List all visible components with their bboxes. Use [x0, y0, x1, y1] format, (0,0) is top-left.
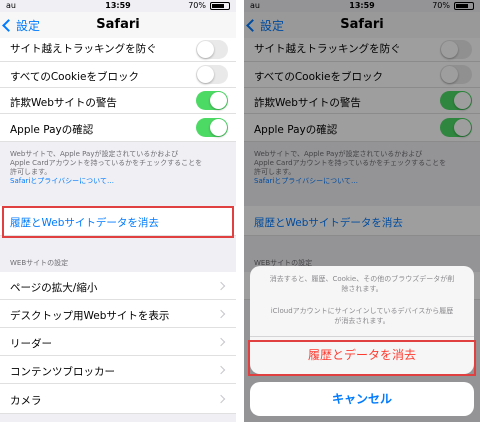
settings-row-label: カメラ — [10, 395, 42, 407]
section-header: WEBサイトの設定 — [10, 259, 69, 267]
left-screen: au 13:59 70% 設定 Safari サイト越えトラッキングを防ぐ すべ… — [0, 0, 236, 422]
cross-site-tracking-row: サイト越えトラッキングを防ぐ — [0, 38, 236, 62]
settings-row-label: コンテンツブロッカー — [10, 366, 115, 378]
footer-line-3: 許可します。 — [10, 168, 52, 176]
cancel-button[interactable]: キャンセル — [250, 382, 474, 416]
battery-percent: 70% — [188, 1, 206, 10]
highlight-box — [248, 340, 476, 376]
toggle-knob — [210, 92, 227, 109]
toggle-knob — [197, 41, 214, 58]
block-cookies-label: すべてのCookieをブロック — [10, 71, 139, 83]
sheet-message-2-line-1: iCloudアカウントにサインインしているデバイスから履歴 — [270, 307, 454, 315]
settings-row-zoom[interactable]: ページの拡大/縮小 — [0, 272, 236, 300]
sheet-message-1-line-2: 除されます。 — [341, 285, 383, 293]
toggle-knob — [197, 66, 214, 83]
block-cookies-toggle[interactable] — [196, 65, 228, 84]
footer-line-2: Apple Cardアカウントを持っているかをチェックすることを — [10, 159, 203, 167]
settings-row-label: デスクトップ用Webサイトを表示 — [10, 310, 170, 322]
footer-line-1: Webサイトで、Apple Payが設定されているかおよび — [10, 150, 179, 158]
settings-row-label: リーダー — [10, 338, 52, 350]
highlight-box — [2, 206, 234, 238]
apple-pay-footer: Webサイトで、Apple Payが設定されているかおよび Apple Card… — [10, 150, 226, 186]
settings-row-desktop[interactable]: デスクトップ用Webサイトを表示 — [0, 300, 236, 328]
block-cookies-row: すべてのCookieをブロック — [0, 62, 236, 88]
sheet-message-2-line-2: が消去されます。 — [334, 317, 390, 325]
apple-pay-label: Apple Payの確認 — [10, 124, 94, 136]
apple-pay-toggle[interactable] — [196, 118, 228, 137]
fraud-warning-label: 詐欺Webサイトの警告 — [10, 97, 117, 109]
fraud-warning-toggle[interactable] — [196, 91, 228, 110]
chevron-right-icon — [216, 281, 226, 291]
chevron-right-icon — [216, 394, 226, 404]
chevron-right-icon — [216, 337, 226, 347]
sheet-divider — [250, 336, 474, 337]
fraud-warning-row: 詐欺Webサイトの警告 — [0, 88, 236, 114]
chevron-right-icon — [216, 309, 226, 319]
nav-bar: 設定 Safari — [0, 12, 236, 38]
apple-pay-row: Apple Payの確認 — [0, 114, 236, 142]
cross-site-tracking-toggle[interactable] — [196, 40, 228, 59]
cross-site-tracking-label: サイト越えトラッキングを防ぐ — [10, 43, 157, 55]
chevron-right-icon — [216, 365, 226, 375]
toggle-knob — [210, 119, 227, 136]
sheet-message-2: iCloudアカウントにサインインしているデバイスから履歴 が消去されます。 — [260, 306, 464, 326]
sheet-message-1: 消去すると、履歴、Cookie、その他のブラウズデータが削 除されます。 — [260, 274, 464, 294]
battery-icon — [210, 2, 230, 10]
settings-row-camera[interactable]: カメラ — [0, 384, 236, 414]
sheet-message-1-line-1: 消去すると、履歴、Cookie、その他のブラウズデータが削 — [269, 275, 455, 283]
settings-row-content-blockers[interactable]: コンテンツブロッカー — [0, 356, 236, 384]
status-bar: au 13:59 70% — [0, 0, 236, 12]
privacy-link[interactable]: Safariとプライバシーについて… — [10, 177, 226, 186]
settings-row-label: ページの拡大/縮小 — [10, 282, 98, 294]
page-title: Safari — [96, 17, 140, 32]
right-screen: au 13:59 70% 設定 Safari サイト越えトラッキングを防ぐ すべ… — [244, 0, 480, 422]
settings-row-reader[interactable]: リーダー — [0, 328, 236, 356]
